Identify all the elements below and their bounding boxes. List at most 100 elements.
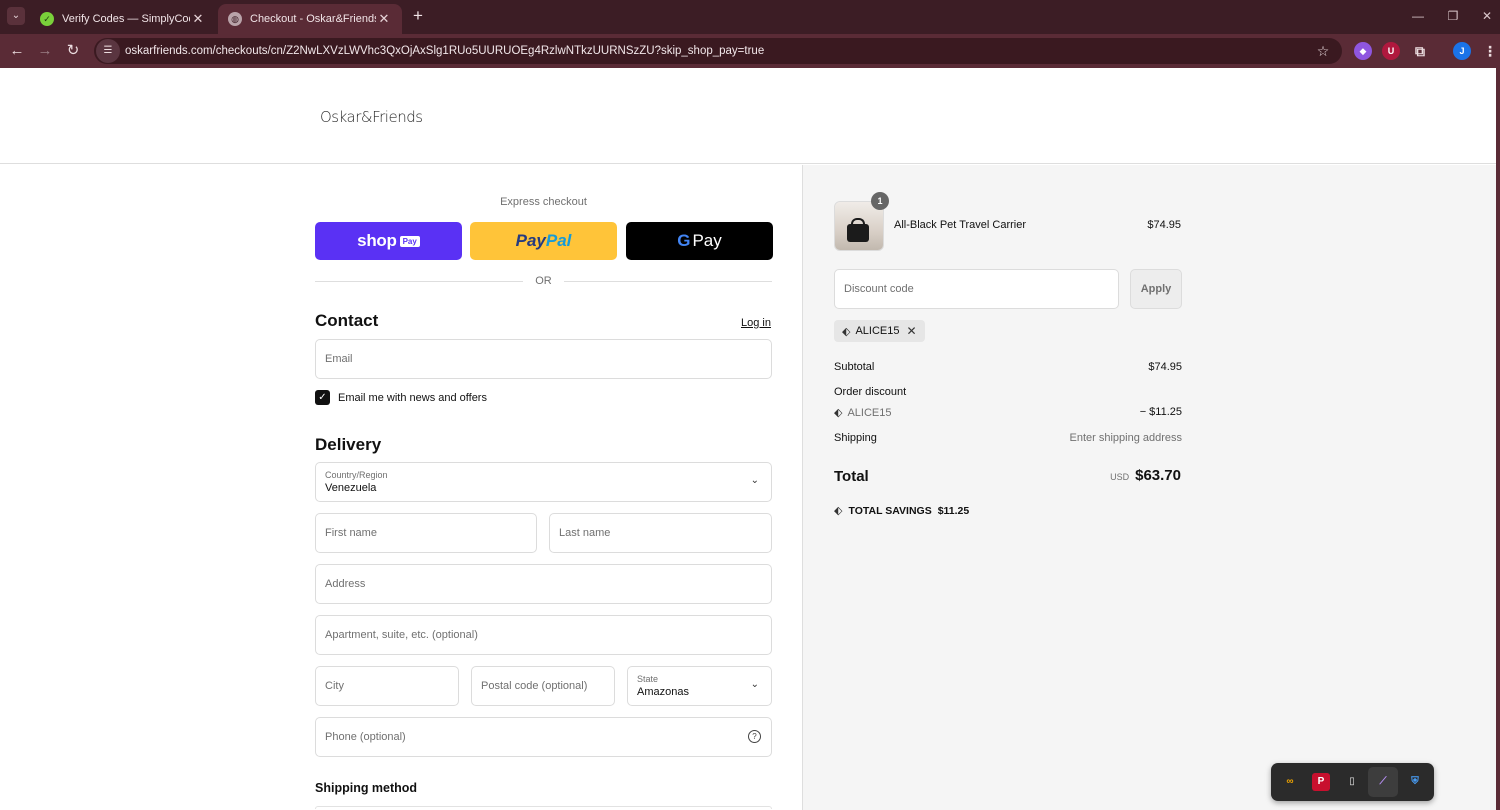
city-field[interactable]: City <box>315 666 459 706</box>
express-checkout-title: Express checkout <box>500 196 587 208</box>
defender-warning-icon[interactable]: ⛨ <box>1406 773 1424 791</box>
shop-pay-chip: Pay <box>399 235 420 247</box>
phone-field[interactable]: Phone (optional) ? <box>315 717 772 757</box>
restore-icon[interactable]: ❐ <box>1443 6 1463 26</box>
subtotal-label: Subtotal <box>834 361 875 373</box>
state-label: State <box>637 674 659 684</box>
address-placeholder: Address <box>325 578 366 590</box>
system-tray-popup: ∞ P ▯ ⟋ ⛨ <box>1271 763 1434 801</box>
bookmark-star-icon[interactable]: ☆ <box>1312 43 1334 60</box>
back-arrow-icon[interactable]: ← <box>6 40 28 62</box>
tag-icon: ⬖ <box>842 325 851 338</box>
tab-title: Verify Codes — SimplyCodes <box>62 13 190 25</box>
browser-toolbar: ← → ↻ ☰ oskarfriends.com/checkouts/cn/Z2… <box>0 34 1500 68</box>
brand-logo[interactable]: Oskar&Friends <box>320 108 423 126</box>
google-pay-wordmark: Pay <box>692 231 722 250</box>
google-g-icon: G <box>677 231 691 250</box>
login-link[interactable]: Log in <box>741 317 771 329</box>
apply-discount-button[interactable]: Apply <box>1130 269 1182 309</box>
new-tab-button[interactable]: + <box>408 6 428 26</box>
tab-checkout[interactable]: ◍ Checkout - Oskar&Friends ✕ <box>218 4 402 34</box>
discount-code-line: ⬖ ALICE15 <box>834 407 892 419</box>
shipping-label: Shipping <box>834 432 877 444</box>
state-select[interactable]: State Amazonas ⌄ <box>627 666 772 706</box>
or-divider: OR <box>315 273 772 289</box>
help-circle-icon[interactable]: ? <box>748 730 761 743</box>
window-close-icon[interactable]: ✕ <box>1477 6 1497 26</box>
paypal-wordmark: PayPal <box>515 231 572 250</box>
chevron-down-icon: ⌄ <box>750 475 759 486</box>
reload-icon[interactable]: ↻ <box>62 40 84 62</box>
usb-drive-icon[interactable]: ▯ <box>1343 773 1361 791</box>
address-bar[interactable]: ☰ oskarfriends.com/checkouts/cn/Z2NwLXVz… <box>94 38 1342 64</box>
checkout-form-column: Express checkout shop Pay PayPal G Pay O… <box>0 165 802 810</box>
subtotal-row: Subtotal $74.95 <box>834 361 1182 373</box>
order-discount-label: Order discount <box>834 386 907 398</box>
country-select[interactable]: Country/Region Venezuela ⌄ <box>315 462 772 502</box>
menu-dots-icon[interactable]: ⋮ <box>1481 42 1499 60</box>
tag-icon: ⬖ <box>834 407 843 419</box>
email-placeholder: Email <box>325 353 353 365</box>
checkout-page: Oskar&Friends Express checkout shop Pay … <box>0 68 1496 810</box>
extension-purple-icon[interactable]: ◆ <box>1354 42 1372 60</box>
postal-code-placeholder: Postal code (optional) <box>481 680 588 692</box>
close-icon[interactable]: ✕ <box>190 11 206 27</box>
email-field[interactable]: Email <box>315 339 772 379</box>
shipping-method-heading: Shipping method <box>315 781 418 795</box>
site-settings-icon[interactable]: ☰ <box>96 39 120 63</box>
state-value: Amazonas <box>637 686 689 698</box>
last-name-placeholder: Last name <box>559 527 611 539</box>
profile-avatar[interactable]: J <box>1453 42 1471 60</box>
tab-title: Checkout - Oskar&Friends <box>250 13 376 25</box>
postal-code-field[interactable]: Postal code (optional) <box>471 666 615 706</box>
discount-code-row: ⬖ ALICE15 − $11.25 <box>834 406 1182 419</box>
first-name-placeholder: First name <box>325 527 377 539</box>
shipping-method-box[interactable] <box>315 806 772 809</box>
url-text[interactable]: oskarfriends.com/checkouts/cn/Z2NwLXVzLW… <box>125 45 1312 57</box>
checkout-header: Oskar&Friends <box>0 68 1496 164</box>
discount-code-input[interactable]: Discount code <box>834 269 1119 309</box>
phone-placeholder: Phone (optional) <box>325 731 406 743</box>
shop-pay-button[interactable]: shop Pay <box>315 222 462 260</box>
feather-icon[interactable]: ⟋ <box>1374 773 1392 791</box>
delivery-heading: Delivery <box>315 435 382 454</box>
remove-code-icon[interactable]: ✕ <box>907 324 917 338</box>
shipping-row: Shipping Enter shipping address <box>834 432 1182 444</box>
total-currency: USD <box>1110 472 1130 482</box>
extensions-puzzle-icon[interactable]: ⧉ <box>1411 42 1429 60</box>
city-placeholder: City <box>325 680 344 692</box>
discount-code-placeholder: Discount code <box>844 283 914 295</box>
applied-code-label: ALICE15 <box>855 325 900 337</box>
newsletter-option[interactable]: ✓ Email me with news and offers <box>315 390 487 405</box>
order-summary-column: 1 All-Black Pet Travel Carrier $74.95 Di… <box>802 165 1496 810</box>
contact-heading: Contact <box>315 311 379 330</box>
savings-label: TOTAL SAVINGS <box>848 504 932 517</box>
browser-tab-bar: ⌄ ✓ Verify Codes — SimplyCodes ✕ ◍ Check… <box>0 0 1500 34</box>
total-savings: ⬖ TOTAL SAVINGS $11.25 <box>834 504 969 518</box>
country-value: Venezuela <box>325 482 377 494</box>
close-icon[interactable]: ✕ <box>376 11 392 27</box>
paypal-button[interactable]: PayPal <box>470 222 617 260</box>
apartment-field[interactable]: Apartment, suite, etc. (optional) <box>315 615 772 655</box>
app-red-icon[interactable]: P <box>1312 773 1330 791</box>
country-label: Country/Region <box>325 470 388 480</box>
last-name-field[interactable]: Last name <box>549 513 772 553</box>
tab-search-icon[interactable]: ⌄ <box>7 7 25 25</box>
scrollbar[interactable] <box>1496 68 1500 810</box>
newsletter-label[interactable]: Email me with news and offers <box>338 392 487 404</box>
newsletter-checkbox[interactable]: ✓ <box>315 390 330 405</box>
google-pay-button[interactable]: G Pay <box>626 222 773 260</box>
order-discount-row: Order discount <box>834 386 1182 398</box>
extension-shield-icon[interactable]: U <box>1382 42 1400 60</box>
chevron-down-icon: ⌄ <box>750 679 759 690</box>
forward-arrow-icon[interactable]: → <box>34 40 56 62</box>
first-name-field[interactable]: First name <box>315 513 537 553</box>
product-name: All-Black Pet Travel Carrier <box>894 219 1027 231</box>
minimize-icon[interactable]: — <box>1408 6 1428 26</box>
check-icon: ✓ <box>40 12 54 26</box>
tab-simplycodes[interactable]: ✓ Verify Codes — SimplyCodes ✕ <box>30 4 216 34</box>
apartment-placeholder: Apartment, suite, etc. (optional) <box>325 629 478 641</box>
address-field[interactable]: Address <box>315 564 772 604</box>
glasses-icon[interactable]: ∞ <box>1281 773 1299 791</box>
total-value: $63.70 <box>1135 467 1181 484</box>
